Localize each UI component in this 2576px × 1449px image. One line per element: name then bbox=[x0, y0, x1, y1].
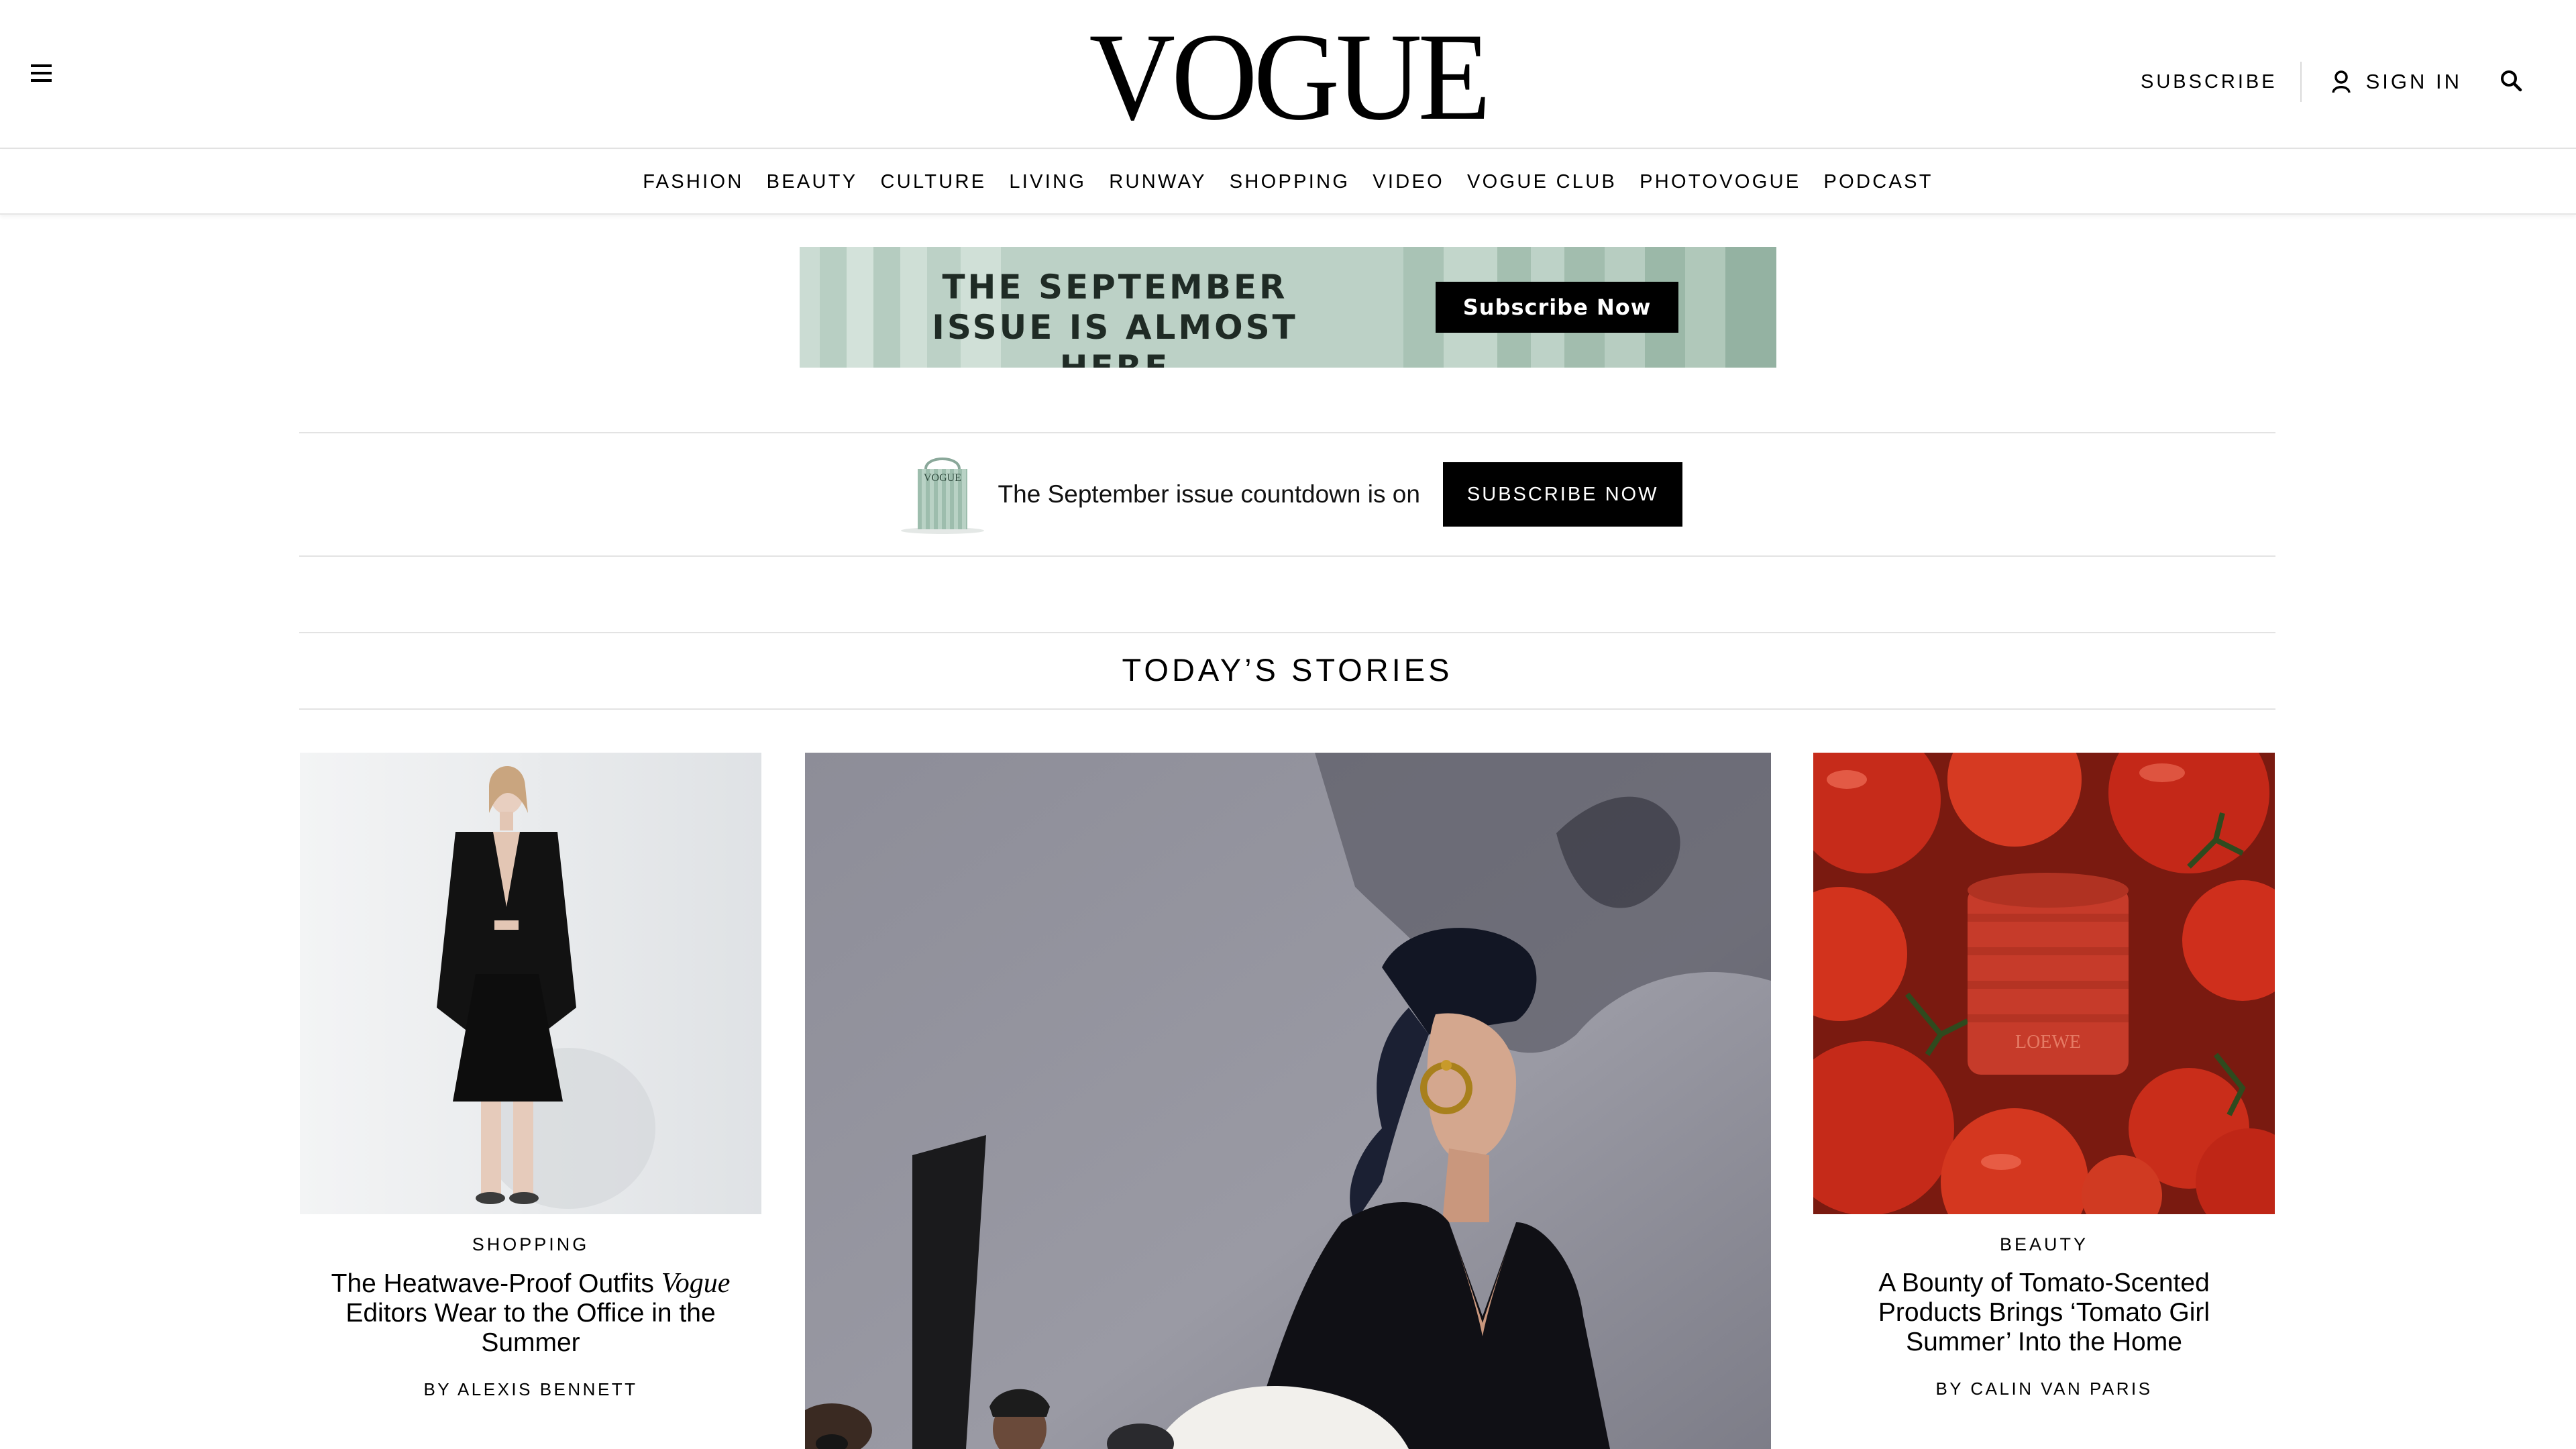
countdown-promo: VOGUE The September issue countdown is o… bbox=[299, 432, 2275, 557]
header-actions: SUBSCRIBE SIGN IN bbox=[2141, 62, 2522, 102]
banner-line-1: THE SEPTEMBER bbox=[942, 268, 1288, 307]
site-header: VOGUE SUBSCRIBE SIGN IN bbox=[0, 0, 2576, 149]
svg-text:VOGUE: VOGUE bbox=[924, 472, 961, 484]
subscribe-link[interactable]: SUBSCRIBE bbox=[2141, 71, 2300, 93]
story-image-office-outfit[interactable] bbox=[300, 753, 761, 1214]
header-divider bbox=[2300, 62, 2302, 102]
story-card-beauty: LOEWE BEAUTY A Bounty of Tomato-Scented … bbox=[1813, 753, 2275, 1399]
nav-item-runway[interactable]: RUNWAY bbox=[1109, 171, 1206, 193]
vogue-tote-bag-image: VOGUE bbox=[892, 454, 993, 535]
nav-item-vogue-club[interactable]: VOGUE CLUB bbox=[1467, 171, 1617, 193]
sign-in-button[interactable]: SIGN IN bbox=[2331, 70, 2462, 94]
search-icon[interactable] bbox=[2500, 69, 2522, 95]
story-byline[interactable]: BY ALEXIS BENNETT bbox=[300, 1379, 761, 1400]
nav-item-living[interactable]: LIVING bbox=[1009, 171, 1086, 193]
story-rubric[interactable]: BEAUTY bbox=[1813, 1234, 2275, 1255]
banner-line-2: ISSUE IS ALMOST HERE bbox=[932, 308, 1298, 368]
promo-text: The September issue countdown is on bbox=[998, 480, 1420, 508]
story-card-shopping: SHOPPING The Heatwave-Proof Outfits Vogu… bbox=[300, 753, 761, 1400]
september-issue-banner[interactable]: THE SEPTEMBER ISSUE IS ALMOST HERE Subsc… bbox=[800, 247, 1776, 368]
story-title[interactable]: The Heatwave-Proof Outfits Vogue Editors… bbox=[300, 1269, 761, 1358]
nav-item-fashion[interactable]: FASHION bbox=[643, 171, 743, 193]
nav-item-podcast[interactable]: PODCAST bbox=[1823, 171, 1933, 193]
story-title[interactable]: A Bounty of Tomato-Scented Products Brin… bbox=[1813, 1269, 2275, 1357]
nav-item-video[interactable]: VIDEO bbox=[1373, 171, 1444, 193]
svg-text:LOEWE: LOEWE bbox=[2015, 1032, 2081, 1053]
section-heading: TODAY’S STORIES bbox=[299, 632, 2275, 710]
main-nav: FASHION BEAUTY CULTURE LIVING RUNWAY SHO… bbox=[0, 150, 2576, 215]
promo-subscribe-button[interactable]: SUBSCRIBE NOW bbox=[1442, 462, 1683, 527]
nav-item-culture[interactable]: CULTURE bbox=[880, 171, 986, 193]
story-rubric[interactable]: SHOPPING bbox=[300, 1234, 761, 1255]
banner-headline: THE SEPTEMBER ISSUE IS ALMOST HERE bbox=[880, 267, 1350, 368]
banner-subscribe-button[interactable]: Subscribe Now bbox=[1436, 282, 1678, 333]
featured-story-image[interactable] bbox=[805, 753, 1771, 1449]
sign-in-label: SIGN IN bbox=[2365, 70, 2462, 93]
nav-item-beauty[interactable]: BEAUTY bbox=[767, 171, 858, 193]
nav-item-photovogue[interactable]: PHOTOVOGUE bbox=[1640, 171, 1801, 193]
nav-item-shopping[interactable]: SHOPPING bbox=[1230, 171, 1350, 193]
story-byline[interactable]: BY CALIN VAN PARIS bbox=[1813, 1379, 2275, 1399]
user-icon bbox=[2331, 70, 2351, 93]
story-image-tomato-candle[interactable]: LOEWE bbox=[1813, 753, 2275, 1214]
